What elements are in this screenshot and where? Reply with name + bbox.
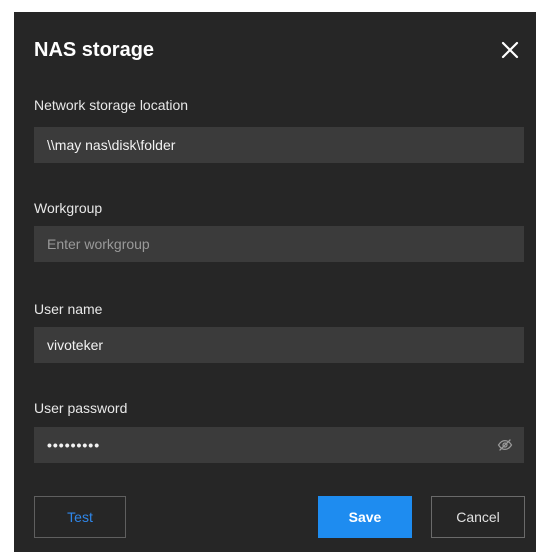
username-input[interactable] [34, 327, 524, 363]
workgroup-label: Workgroup [34, 200, 103, 216]
workgroup-input[interactable] [34, 226, 524, 262]
save-button[interactable]: Save [318, 496, 412, 538]
location-label: Network storage location [34, 97, 189, 113]
username-label: User name [34, 301, 103, 317]
network-storage-location-input[interactable] [34, 127, 524, 163]
password-input[interactable] [34, 427, 524, 463]
nas-storage-dialog: NAS storage Network storage location Wor… [14, 12, 536, 552]
cancel-button[interactable]: Cancel [431, 496, 525, 538]
eye-slash-icon [497, 439, 513, 451]
close-button[interactable] [498, 38, 522, 62]
dialog-title: NAS storage [34, 39, 155, 61]
password-label: User password [34, 400, 128, 416]
test-button[interactable]: Test [34, 496, 126, 538]
close-icon [501, 41, 519, 59]
password-visibility-toggle[interactable] [497, 437, 513, 453]
